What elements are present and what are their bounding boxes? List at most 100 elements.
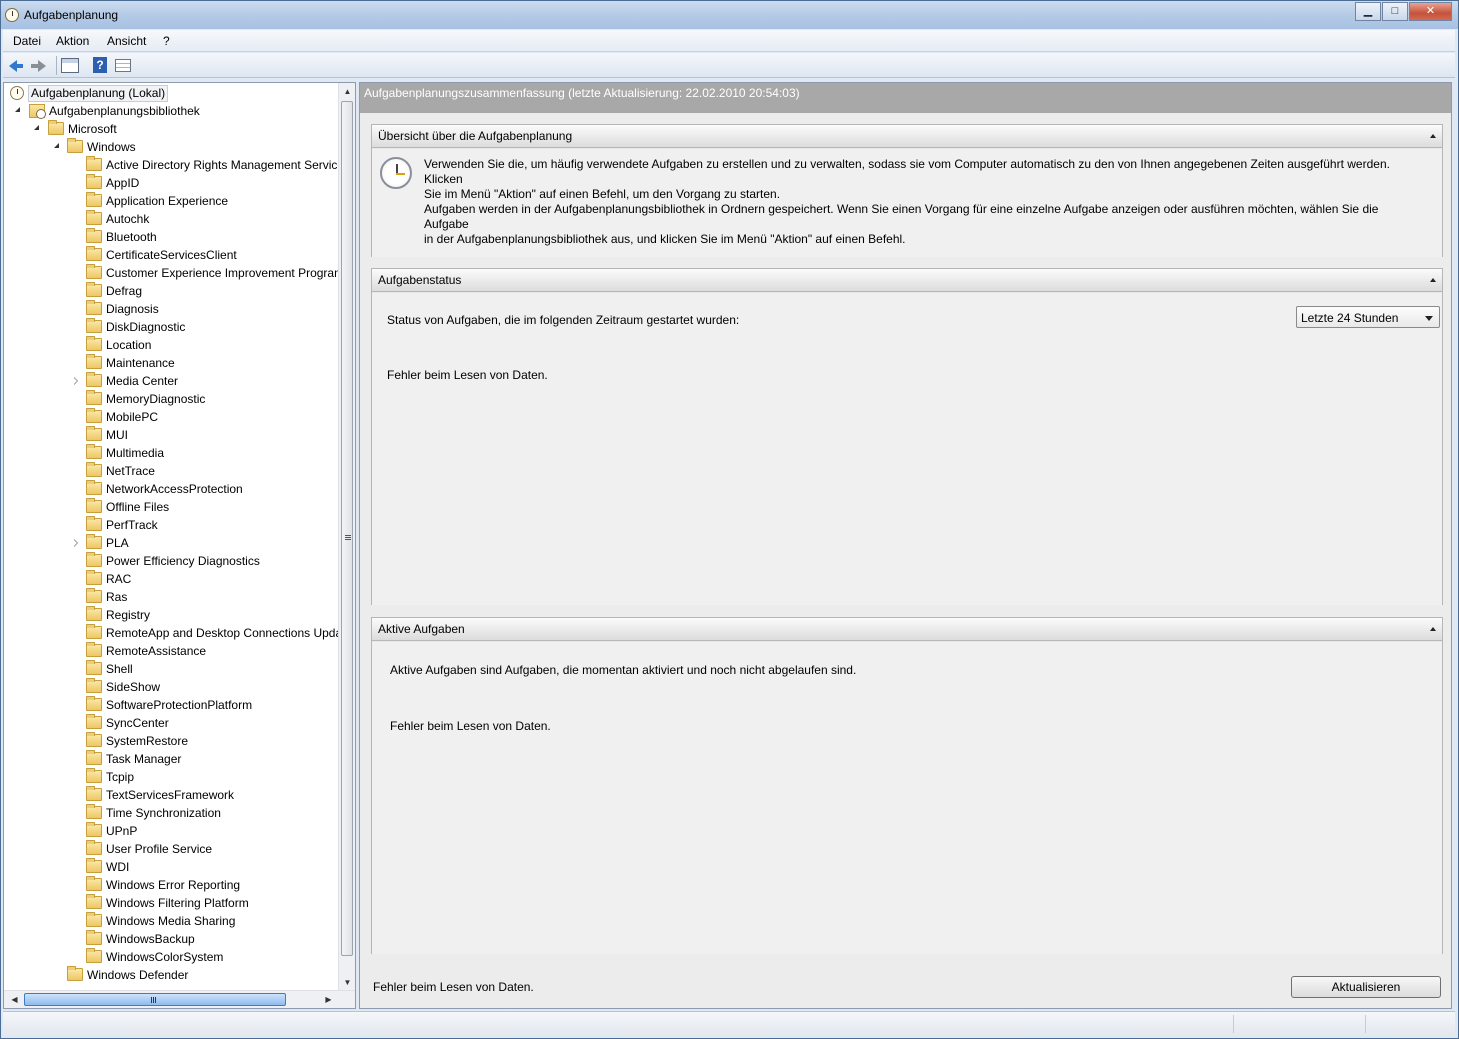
tree-item-label: PLA — [106, 536, 129, 550]
tree-item-label: Offline Files — [106, 500, 170, 514]
tree-item-label: RemoteApp and Desktop Connections Update — [106, 626, 353, 640]
scroll-left-icon[interactable]: ◀ — [6, 991, 23, 1008]
tree-horizontal-scrollbar[interactable]: ◀ ▶ — [4, 990, 355, 1008]
folder-icon — [86, 624, 102, 639]
menu-help[interactable]: ? — [163, 34, 170, 48]
close-button[interactable]: ✕ — [1409, 2, 1452, 21]
title-bar[interactable]: Aufgabenplanung ▁ □ ✕ — [1, 1, 1458, 29]
task-status-section-header[interactable]: Aufgabenstatus — [372, 269, 1442, 292]
tree-item-label: Aufgabenplanungsbibliothek — [49, 104, 200, 118]
collapse-icon[interactable] — [1430, 278, 1436, 282]
tree-item-label: Media Center — [106, 374, 179, 388]
expand-arrow-icon[interactable] — [54, 143, 59, 148]
scroll-up-icon[interactable]: ▲ — [339, 83, 355, 100]
folder-icon — [86, 858, 102, 873]
help-icon: ? — [93, 57, 107, 73]
back-button[interactable] — [9, 57, 27, 74]
scroll-thumb-horizontal[interactable] — [24, 993, 286, 1006]
summary-body[interactable]: Übersicht über die Aufgabenplanung Verwe… — [360, 113, 1451, 1008]
expand-arrow-icon[interactable] — [34, 125, 39, 130]
folder-icon — [86, 570, 102, 585]
collapse-icon[interactable] — [1430, 627, 1436, 631]
help-button[interactable]: ? — [91, 57, 109, 74]
maximize-button[interactable]: □ — [1382, 2, 1408, 21]
window-title: Aufgabenplanung — [24, 8, 119, 22]
folder-icon — [86, 552, 102, 567]
forward-button[interactable] — [30, 57, 48, 74]
summary-pane: Aufgabenplanungszusammenfassung (letzte … — [359, 82, 1452, 1009]
folder-icon — [67, 966, 83, 981]
folder-icon — [86, 660, 102, 675]
expand-arrow-icon[interactable] — [74, 539, 78, 547]
show-console-tree-button[interactable] — [61, 57, 79, 74]
toolbar: ? — [3, 53, 1455, 78]
folder-icon — [86, 174, 102, 189]
tree-item-label: Task Manager — [106, 752, 182, 766]
menu-aktion[interactable]: Aktion — [56, 34, 89, 48]
folder-icon — [86, 534, 102, 549]
folder-icon — [86, 300, 102, 315]
status-period-label: Status von Aufgaben, die im folgenden Ze… — [387, 313, 740, 327]
tree-item-label: MobilePC — [106, 410, 159, 424]
overview-section-header[interactable]: Übersicht über die Aufgabenplanung — [372, 125, 1442, 148]
tree-item-label: RemoteAssistance — [106, 644, 207, 658]
tree-item-label: Multimedia — [106, 446, 165, 460]
folder-icon — [86, 606, 102, 621]
menu-datei[interactable]: Datei — [13, 34, 41, 48]
folder-icon — [86, 822, 102, 837]
refresh-button[interactable]: Aktualisieren — [1291, 976, 1441, 998]
folder-icon — [86, 318, 102, 333]
status-period-select[interactable]: Letzte 24 Stunden — [1296, 306, 1440, 328]
folder-icon — [86, 228, 102, 243]
menu-ansicht[interactable]: Ansicht — [107, 34, 146, 48]
overview-text-2: Aufgaben werden in der Aufgabenplanungsb… — [424, 202, 1379, 246]
tree-item-label: CertificateServicesClient — [106, 248, 237, 262]
expand-arrow-icon[interactable] — [74, 377, 78, 385]
folder-icon — [86, 516, 102, 531]
expand-arrow-icon[interactable] — [15, 107, 20, 112]
tree-item-label: MUI — [106, 428, 128, 442]
clock-icon — [380, 157, 412, 189]
tree-vertical-scrollbar[interactable]: ▲ ▼ — [338, 83, 355, 991]
toolbar-separator — [56, 56, 57, 75]
scroll-right-icon[interactable]: ▶ — [320, 991, 337, 1008]
folder-icon — [86, 588, 102, 603]
minimize-button[interactable]: ▁ — [1355, 2, 1381, 21]
folder-icon — [86, 372, 102, 387]
scroll-down-icon[interactable]: ▼ — [339, 974, 355, 991]
tree-item-label: Windows Defender — [87, 968, 189, 982]
tree-item-label: Autochk — [106, 212, 150, 226]
tree-item-label: Windows Media Sharing — [106, 914, 236, 928]
view-button[interactable] — [115, 57, 133, 74]
tree-item-label: Power Efficiency Diagnostics — [106, 554, 260, 568]
forward-icon — [31, 60, 46, 72]
collapse-icon[interactable] — [1430, 134, 1436, 138]
folder-icon — [86, 840, 102, 855]
scroll-thumb[interactable] — [341, 101, 353, 956]
active-tasks-body: Aktive Aufgaben sind Aufgaben, die momen… — [372, 642, 1442, 954]
active-tasks-section: Aktive Aufgaben Aktive Aufgaben sind Auf… — [371, 617, 1443, 954]
status-bar — [3, 1011, 1455, 1036]
tree-item-label: NetTrace — [106, 464, 155, 478]
chevron-down-icon — [1425, 316, 1433, 321]
folder-icon — [86, 768, 102, 783]
tree-item-label: Maintenance — [106, 356, 175, 370]
folder-icon — [86, 786, 102, 801]
folder-icon — [86, 282, 102, 297]
tree-item-label: SyncCenter — [106, 716, 169, 730]
folder-icon — [86, 480, 102, 495]
tree-item-label: Time Synchronization — [106, 806, 221, 820]
folder-icon — [86, 876, 102, 891]
folder-icon — [86, 804, 102, 819]
console-tree[interactable]: Aufgabenplanung (Lokal) Aufgabenplanungs… — [3, 82, 356, 1009]
folder-icon — [86, 264, 102, 279]
clock-icon — [10, 86, 24, 100]
folder-icon — [86, 156, 102, 171]
status-period-value: Letzte 24 Stunden — [1301, 311, 1399, 325]
active-tasks-section-header[interactable]: Aktive Aufgaben — [372, 618, 1442, 641]
tree-item-label: UPnP — [106, 824, 138, 838]
folder-icon — [86, 390, 102, 405]
folder-icon — [86, 930, 102, 945]
folder-icon — [86, 678, 102, 693]
folder-icon — [67, 138, 83, 153]
